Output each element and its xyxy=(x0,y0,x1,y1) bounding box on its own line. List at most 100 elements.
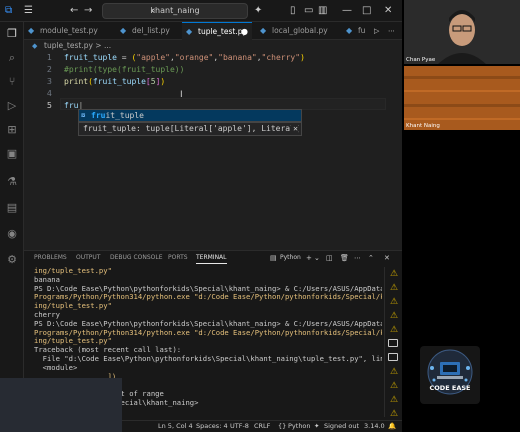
search-view-icon[interactable]: ⌕ xyxy=(4,50,20,66)
vscode-window: ⧉ ☰ ← → ⌕ khant_naing ✦ ▯ ▭ ▥ — □ ✕ ❐ ⌕ … xyxy=(0,0,402,432)
tab-problems[interactable]: PROBLEMS xyxy=(34,253,67,263)
split-terminal-icon[interactable]: ◫ xyxy=(326,253,333,263)
command-center-search[interactable]: ⌕ khant_naing xyxy=(102,3,248,19)
menu-icon[interactable]: ☰ xyxy=(24,4,33,18)
line-number: 1 xyxy=(46,53,52,62)
warning-icon[interactable]: ⚠ xyxy=(388,395,400,405)
python-file-icon: ◆ xyxy=(120,26,127,35)
python-file-icon: ◆ xyxy=(260,26,267,35)
warning-icon[interactable]: ⚠ xyxy=(388,311,400,321)
logo-text: CODE EASE xyxy=(429,384,471,392)
warning-icon[interactable]: ⚠ xyxy=(388,381,400,391)
indentation[interactable]: Spaces: 4 xyxy=(196,421,228,432)
tab-del-list[interactable]: ◆ del_list.py xyxy=(116,22,182,40)
title-bar: ⧉ ☰ ← → ⌕ khant_naing ✦ ▯ ▭ ▥ — □ ✕ xyxy=(0,0,402,22)
copilot-status-icon[interactable]: ✦ xyxy=(314,421,319,432)
terminal-instance-icon[interactable] xyxy=(388,353,398,361)
panel-tabs: PROBLEMS OUTPUT DEBUG CONSOLE PORTS TERM… xyxy=(24,251,402,265)
close-panel-icon[interactable]: ✕ xyxy=(384,253,390,263)
toggle-sidebar-icon[interactable]: ▯ xyxy=(290,4,296,18)
maximize-panel-icon[interactable]: ⌃ xyxy=(368,253,374,263)
editor-tabs: ◆ module_test.py ◆ del_list.py ◆ tuple_t… xyxy=(24,22,402,40)
python-file-icon: ◆ xyxy=(28,26,35,35)
breadcrumb[interactable]: ◆ tuple_test.py > ... xyxy=(24,40,402,52)
account-status[interactable]: Signed out xyxy=(324,421,359,432)
tab-module-test[interactable]: ◆ module_test.py xyxy=(24,22,102,40)
python-icon[interactable]: ▤ xyxy=(4,200,20,216)
python-file-icon: ◆ xyxy=(32,42,38,50)
accounts-icon[interactable]: ◉ xyxy=(4,226,20,242)
tab-fu[interactable]: ◆ fu xyxy=(342,22,372,40)
tab-debug-console[interactable]: DEBUG CONSOLE xyxy=(110,253,163,263)
cursor-position[interactable]: Ln 5, Col 4 xyxy=(158,421,193,432)
extensions-icon[interactable]: ⊞ xyxy=(4,122,20,138)
toggle-panel-icon[interactable]: ▭ xyxy=(304,4,313,18)
video-call-sidebar: Chan Pyae Khant Naing CODE EASE xyxy=(402,0,520,432)
encoding[interactable]: UTF-8 xyxy=(230,421,249,432)
terminal-python-icon: ▤ xyxy=(270,254,277,262)
warning-icon[interactable]: ⚠ xyxy=(388,297,400,307)
warning-icon[interactable]: ⚠ xyxy=(388,283,400,293)
python-file-icon: ◆ xyxy=(186,27,193,36)
participant-name: Chan Pyae xyxy=(406,57,436,63)
suggestion-widget[interactable]: ⧇ fruit_tuple xyxy=(78,109,302,122)
tab-ports[interactable]: PORTS xyxy=(168,253,188,263)
warning-icon[interactable]: ⚠ xyxy=(388,269,400,279)
terminal-line: Traceback (most recent call last): xyxy=(34,346,182,355)
braces-icon[interactable]: {} xyxy=(278,421,286,432)
language-mode[interactable]: Python xyxy=(288,421,311,432)
terminal-line: ing/tuple_test.py" xyxy=(34,337,112,346)
kill-terminal-icon[interactable]: 🗑 xyxy=(340,253,349,263)
new-terminal-icon[interactable]: + xyxy=(306,253,312,263)
warning-icon[interactable]: ⚠ xyxy=(388,367,400,377)
terminal-line: File "d:\Code Ease\Python\pythonforkids\… xyxy=(34,354,382,363)
warning-icon[interactable]: ⚠ xyxy=(388,409,400,419)
run-python-icon[interactable]: ▷ xyxy=(374,26,379,36)
back-arrow-icon[interactable]: ← xyxy=(70,4,78,18)
suggestion-item[interactable]: ⧇ fruit_tuple xyxy=(79,110,301,121)
terminal-instance-icon[interactable] xyxy=(388,339,398,347)
tab-local-global[interactable]: ◆ local_global.py xyxy=(256,22,340,40)
python-version[interactable]: 3.14.0 xyxy=(364,421,385,432)
copilot-icon[interactable]: ✦ xyxy=(254,4,262,18)
close-detail-icon[interactable]: ✕ xyxy=(291,123,298,135)
terminal-line: banana xyxy=(34,275,60,284)
mouse-cursor-icon: I xyxy=(180,90,183,100)
code-ease-logo-graphic xyxy=(427,349,473,395)
participant-video xyxy=(404,66,520,130)
run-debug-icon[interactable]: ▷ xyxy=(4,98,20,114)
source-control-icon[interactable]: ⑂ xyxy=(4,74,20,90)
notifications-bell-icon[interactable]: 🔔 xyxy=(388,421,396,432)
remote-explorer-icon[interactable]: ▣ xyxy=(4,146,20,162)
code-editor[interactable]: 1 2 3 4 5 fruit_tuple = ("apple","orange… xyxy=(24,52,402,244)
terminal-line: PS D:\Code Ease\Python\pythonforkids\Spe… xyxy=(34,284,382,293)
more-actions-icon[interactable]: ⋯ xyxy=(354,253,361,263)
participant-tile-khant-naing[interactable]: Khant Naing xyxy=(404,66,520,130)
testing-icon[interactable]: ⚗ xyxy=(4,174,20,190)
close-icon[interactable]: ✕ xyxy=(384,4,392,18)
tab-terminal[interactable]: TERMINAL xyxy=(196,253,227,264)
terminal-list: ⚠ ⚠ ⚠ ⚠ ⚠ ⚠ ⚠ ⚠ ⚠ xyxy=(384,267,402,419)
participant-tile-chan-pyae[interactable]: Chan Pyae xyxy=(404,0,520,64)
settings-gear-icon[interactable]: ⚙ xyxy=(4,252,20,268)
python-file-icon: ◆ xyxy=(346,26,353,35)
layout-icon[interactable]: ▥ xyxy=(318,4,327,18)
maximize-icon[interactable]: □ xyxy=(362,4,371,18)
tab-output[interactable]: OUTPUT xyxy=(76,253,100,263)
terminal-profile-label[interactable]: Python xyxy=(280,253,301,263)
terminal-dropdown-icon[interactable]: ⌄ xyxy=(314,253,320,263)
vscode-logo-icon: ⧉ xyxy=(5,5,13,16)
line-number: 5 xyxy=(46,101,52,110)
terminal-line: <module> xyxy=(34,363,78,372)
unsaved-dot-icon[interactable]: ● xyxy=(241,23,248,41)
warning-icon[interactable]: ⚠ xyxy=(388,325,400,335)
tab-tuple-test[interactable]: ◆ tuple_test.py ● xyxy=(182,22,252,40)
line-number: 2 xyxy=(46,65,52,74)
forward-arrow-icon[interactable]: → xyxy=(84,4,92,18)
minimize-icon[interactable]: — xyxy=(342,4,352,18)
search-icon: ⌕ xyxy=(151,6,156,15)
terminal-line: Programs/Python/Python314/python.exe "d:… xyxy=(34,293,382,302)
more-actions-icon[interactable]: ⋯ xyxy=(388,26,395,36)
line-ending[interactable]: CRLF xyxy=(254,421,270,432)
explorer-icon[interactable]: ❐ xyxy=(4,26,20,42)
